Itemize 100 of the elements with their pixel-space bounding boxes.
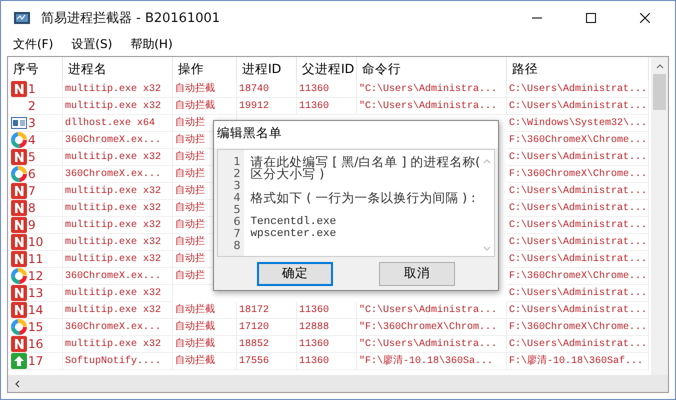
window-icon [11,115,27,131]
table-cell: multitip.exe x32 [63,336,173,353]
table-cell: multitip.exe x32 [63,81,173,98]
row-number: 6 [28,166,36,182]
table-cell: "F:\廖清-10.18\360Sa... [357,353,507,370]
dialog-title: 编辑黑名单 [214,121,498,148]
window-title: 简易进程拦截器 - B20161001 [41,10,220,26]
editor-line: wpscenter.exe [250,228,338,240]
table-cell: F:\360ChromeX\Chrome... [507,132,649,149]
table-cell: C:\Windows\System32\... [507,115,649,132]
table-cell: C:\Users\Administrat... [507,183,649,200]
table-cell: C:\Users\Administrat... [507,200,649,217]
menu-item[interactable]: 设置(S) [65,36,118,52]
row-number: 7 [28,183,36,199]
table-cell: F:\360ChromeX\Chrome... [507,319,649,336]
table-cell: 自动拦截 [173,319,237,336]
table-cell: multitip.exe x32 [63,183,173,200]
table-cell: SoftupNotify.... [63,353,173,370]
table-cell: 11360 [297,336,357,353]
column-header[interactable]: 路径 [507,57,649,81]
row-number: 10 [28,234,44,250]
n-icon [11,336,27,352]
row-number: 8 [28,200,36,216]
table-cell: 18172 [237,302,297,319]
row-number: 3 [28,115,36,131]
table-cell: 11360 [297,302,357,319]
table-cell: C:\Users\Administrat... [507,234,649,251]
table-cell: 自动拦截 [173,353,237,370]
n-icon [11,217,27,233]
table-cell: multitip.exe x32 [63,251,173,268]
table-cell: C:\Users\Administrat... [507,149,649,166]
editor-line: 区分大小写 ) [250,168,324,180]
menu-item[interactable]: 帮助(H) [124,36,179,52]
table-cell: F:\360ChromeX\Chrome... [507,166,649,183]
table-cell: F:\廖清-10.18\360Saf... [507,353,649,370]
table-cell: multitip.exe x32 [63,98,173,115]
horizontal-scrollbar[interactable] [7,375,669,393]
editor-line: 格式如下 ( 一行为一条以换行为间隔 ) : [250,192,476,204]
table-cell: C:\Users\Administrat... [507,336,649,353]
table-cell: 18740 [237,81,297,98]
table-cell: multitip.exe x32 [63,217,173,234]
table-cell: 自动拦截 [173,98,237,115]
row-number: 11 [28,251,44,267]
table-cell: "C:\Users\Administra... [357,81,507,98]
table-cell: "C:\Users\Administra... [357,302,507,319]
scroll-left-icon[interactable] [14,380,20,388]
row-number: 13 [28,285,44,301]
table-cell: 360ChromeX.ex... [63,268,173,285]
table-cell: multitip.exe x32 [63,234,173,251]
table-cell: C:\Users\Administrat... [507,302,649,319]
table-cell: 自动拦截 [173,302,237,319]
row-number: 12 [28,268,44,284]
table-cell: 11360 [297,98,357,115]
table-cell: 18852 [237,336,297,353]
ring-icon [11,132,27,148]
table-cell: C:\Users\Administrat... [507,98,649,115]
table-cell: F:\360ChromeX\Chrome... [507,268,649,285]
n-icon [11,234,27,250]
table-cell: multitip.exe x32 [63,149,173,166]
ring-icon [11,268,27,284]
row-number: 16 [28,336,44,352]
upload-arrow-icon [11,353,27,369]
table-cell: multitip.exe x32 [63,285,173,302]
maximize-icon[interactable] [586,12,596,22]
cancel-button[interactable]: 取消 [379,262,455,286]
table-cell: 自动拦截 [173,81,237,98]
table-cell: dllhost.exe x64 [63,115,173,132]
column-header[interactable]: 进程ID [237,57,297,81]
vertical-scrollbar[interactable] [651,57,668,375]
n-icon [11,183,27,199]
n-icon [11,251,27,267]
n-icon [11,285,27,301]
row-number: 17 [28,353,44,369]
scroll-thumb[interactable] [653,74,666,110]
table-cell: 19912 [237,98,297,115]
table-cell: multitip.exe x32 [63,302,173,319]
table-cell: 自动拦截 [173,336,237,353]
column-header[interactable]: 操作 [173,57,237,81]
column-header[interactable]: 父进程ID [297,57,357,81]
column-header[interactable]: 命令行 [357,57,507,81]
n-icon [11,302,27,318]
table-cell: 11360 [297,81,357,98]
editor-line: Tencentdl.exe [250,216,338,228]
editor-line: 请在此处编写 [ 黑/白名单 ] 的进程名称( [250,156,480,168]
table-cell: C:\Users\Administrat... [507,285,649,302]
table-cell: C:\Users\Administrat... [507,251,649,268]
ring-icon [11,166,27,182]
ok-button[interactable]: 确定 [257,262,333,286]
table-cell: 360ChromeX.ex... [63,132,173,149]
close-icon[interactable] [640,12,650,22]
table-cell: 17120 [237,319,297,336]
menu-item[interactable]: 文件(F) [7,36,60,52]
row-number: 2 [28,98,36,114]
n-icon [11,81,27,97]
scroll-up-icon[interactable] [656,63,664,69]
column-header[interactable]: 进程名 [63,57,173,81]
table-cell: "C:\Users\Administra... [357,336,507,353]
table-cell: 11360 [297,353,357,370]
table-cell: 12888 [297,319,357,336]
table-cell: 360ChromeX.ex... [63,319,173,336]
